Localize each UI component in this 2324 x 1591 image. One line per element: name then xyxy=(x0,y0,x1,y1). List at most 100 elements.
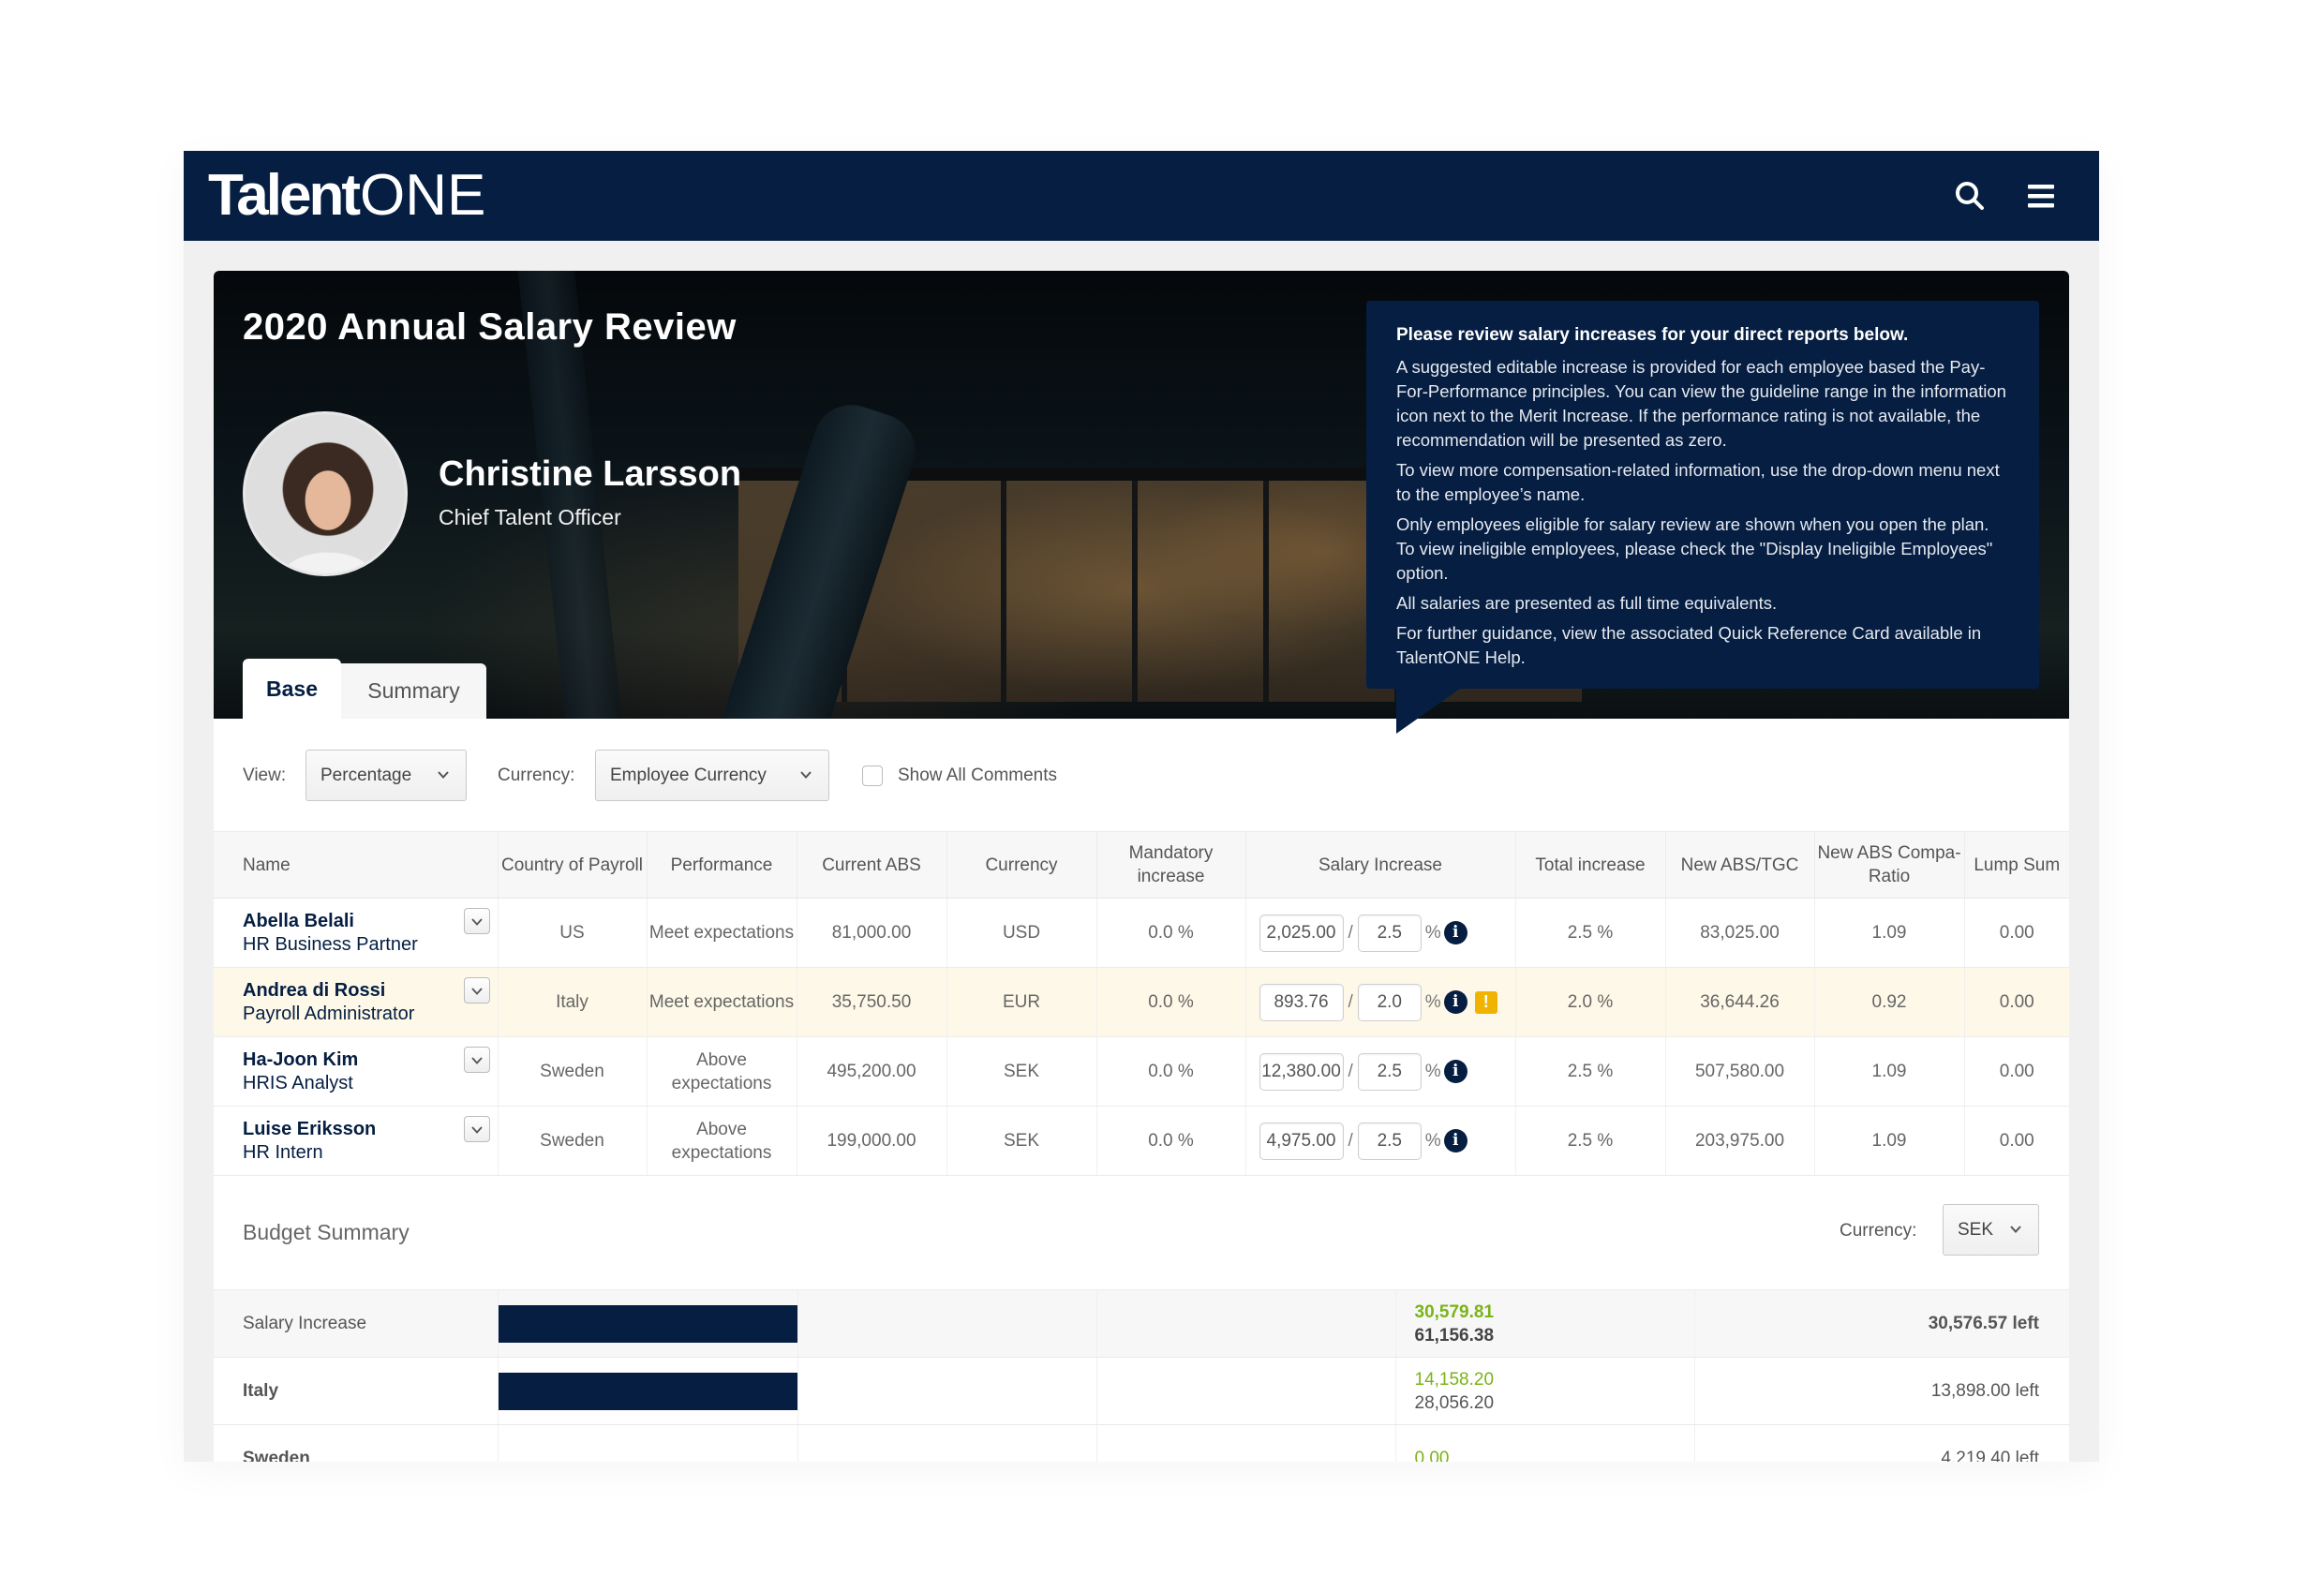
budget-used: 0.00 xyxy=(1414,1449,1450,1462)
budget-bar-cell xyxy=(797,1357,1097,1425)
percent-sign: % xyxy=(1424,1131,1441,1151)
column-header-country[interactable]: Country of Payroll xyxy=(498,831,648,899)
cell-salary-increase: /%i xyxy=(1245,898,1516,968)
budget-row-label: Salary Increase xyxy=(214,1289,499,1358)
budget-currency-label: Currency: xyxy=(1840,1221,1917,1241)
increase-percent-input[interactable] xyxy=(1357,1052,1422,1091)
increase-amount-input[interactable] xyxy=(1259,1052,1344,1091)
separator: / xyxy=(1348,923,1353,943)
employee-role: Payroll Administrator xyxy=(243,1003,415,1024)
column-header-performance[interactable]: Performance xyxy=(647,831,797,899)
currency-dropdown[interactable]: Employee Currency xyxy=(595,750,829,801)
cell-new-abs: 203,975.00 xyxy=(1665,1106,1815,1176)
cell-total-increase: 2.5 % xyxy=(1515,1106,1666,1176)
budget-total: 28,056.20 xyxy=(1414,1392,1495,1413)
info-icon[interactable]: i xyxy=(1443,990,1467,1014)
employee-name[interactable]: Ha-Joon Kim xyxy=(243,1048,498,1072)
employee-details-dropdown[interactable] xyxy=(463,977,490,1004)
logo-light-text: ONE xyxy=(359,163,486,228)
cell-currency: SEK xyxy=(946,1036,1097,1107)
cell-performance: Above expectations xyxy=(647,1106,797,1176)
budget-bar-cell xyxy=(1096,1424,1396,1462)
info-icon[interactable]: i xyxy=(1443,1060,1467,1083)
currency-dropdown-value: Employee Currency xyxy=(610,765,767,785)
guidance-callout: Please review salary increases for your … xyxy=(1366,301,2039,689)
show-all-comments-checkbox[interactable] xyxy=(862,766,883,786)
guidance-paragraph: A suggested editable increase is provide… xyxy=(1396,357,2006,450)
increase-amount-input[interactable] xyxy=(1259,914,1344,952)
column-header-current-abs[interactable]: Current ABS xyxy=(797,831,947,899)
employee-role: HR Intern xyxy=(243,1141,323,1163)
budget-row: Sweden 0.00 4,219.40 left xyxy=(214,1424,2069,1462)
employee-details-dropdown[interactable] xyxy=(463,1047,490,1073)
increase-amount-input[interactable] xyxy=(1259,983,1344,1021)
show-all-comments-label[interactable]: Show All Comments xyxy=(898,766,1057,786)
column-header-compa-ratio[interactable]: New ABS Compa-Ratio xyxy=(1814,831,1965,899)
employee-name[interactable]: Andrea di Rossi xyxy=(243,979,498,1003)
filter-bar: View: Percentage Currency: Employee Curr… xyxy=(214,719,2069,831)
budget-summary-title: Budget Summary xyxy=(243,1220,410,1244)
percent-sign: % xyxy=(1424,992,1441,1012)
increase-percent-input[interactable] xyxy=(1357,983,1422,1021)
increase-percent-input[interactable] xyxy=(1357,914,1422,952)
cell-current-abs: 35,750.50 xyxy=(797,967,947,1037)
employee-role: HR Business Partner xyxy=(243,933,418,955)
info-icon[interactable]: i xyxy=(1443,1129,1467,1152)
separator: / xyxy=(1348,1131,1353,1151)
budget-remaining: 13,898.00 left xyxy=(1694,1357,2069,1425)
column-header-name[interactable]: Name xyxy=(214,831,499,899)
manager-avatar xyxy=(243,411,408,576)
budget-currency-dropdown[interactable]: SEK xyxy=(1943,1204,2039,1256)
tab-base[interactable]: Base xyxy=(243,659,341,719)
tab-summary[interactable]: Summary xyxy=(341,663,486,719)
cell-current-abs: 199,000.00 xyxy=(797,1106,947,1176)
employee-name[interactable]: Luise Eriksson xyxy=(243,1118,498,1141)
search-icon xyxy=(1956,182,1984,210)
budget-row-label: Sweden xyxy=(214,1424,499,1462)
increase-percent-input[interactable] xyxy=(1357,1122,1422,1160)
budget-progress-bar xyxy=(498,1373,797,1410)
warning-icon[interactable]: ! xyxy=(1474,990,1497,1014)
cell-country: Sweden xyxy=(498,1106,648,1176)
cell-salary-increase: /%i! xyxy=(1245,967,1516,1037)
guidance-heading: Please review salary increases for your … xyxy=(1396,325,1909,345)
separator: / xyxy=(1348,992,1353,1012)
cell-total-increase: 2.0 % xyxy=(1515,967,1666,1037)
table-row: Luise Eriksson HR Intern Sweden Above expec… xyxy=(214,1106,2069,1176)
budget-bar-cell xyxy=(797,1289,1097,1358)
logo-bold-text: Talent xyxy=(208,163,361,228)
column-header-lump-sum[interactable]: Lump Sum xyxy=(1964,831,2069,899)
column-header-new-abs[interactable]: New ABS/TGC xyxy=(1665,831,1815,899)
budget-amounts: 30,579.81 61,156.38 xyxy=(1395,1289,1695,1358)
cell-lump-sum: 0.00 xyxy=(1964,1036,2069,1107)
budget-bar-cell xyxy=(498,1424,798,1462)
column-header-currency[interactable]: Currency xyxy=(946,831,1097,899)
hamburger-menu-button[interactable] xyxy=(2022,177,2060,215)
view-dropdown[interactable]: Percentage xyxy=(305,750,467,801)
cell-new-abs: 83,025.00 xyxy=(1665,898,1815,968)
increase-amount-input[interactable] xyxy=(1259,1122,1344,1160)
cell-lump-sum: 0.00 xyxy=(1964,1106,2069,1176)
search-button[interactable] xyxy=(1951,177,1989,215)
budget-used: 30,579.81 xyxy=(1414,1301,1495,1322)
info-icon[interactable]: i xyxy=(1443,921,1467,944)
column-header-salary-increase[interactable]: Salary Increase xyxy=(1245,831,1516,899)
cell-total-increase: 2.5 % xyxy=(1515,1036,1666,1107)
cell-lump-sum: 0.00 xyxy=(1964,967,2069,1037)
cell-current-abs: 81,000.00 xyxy=(797,898,947,968)
employee-details-dropdown[interactable] xyxy=(463,908,490,934)
cell-new-abs: 507,580.00 xyxy=(1665,1036,1815,1107)
talentone-logo[interactable]: Talent ONE xyxy=(208,163,486,228)
cell-salary-increase: /%i xyxy=(1245,1036,1516,1107)
budget-bar-cell xyxy=(498,1357,798,1425)
column-header-total-increase[interactable]: Total increase xyxy=(1515,831,1666,899)
column-header-mandatory-increase[interactable]: Mandatory increase xyxy=(1096,831,1246,899)
view-label: View: xyxy=(243,766,287,785)
employee-details-dropdown[interactable] xyxy=(463,1116,490,1142)
budget-row-label: Italy xyxy=(214,1357,499,1425)
cell-name: Abella Belali HR Business Partner xyxy=(214,898,499,968)
employee-name[interactable]: Abella Belali xyxy=(243,910,498,933)
chevron-down-icon xyxy=(470,1126,483,1134)
cell-compa-ratio: 1.09 xyxy=(1814,1106,1965,1176)
budget-currency-value: SEK xyxy=(1958,1219,1994,1240)
